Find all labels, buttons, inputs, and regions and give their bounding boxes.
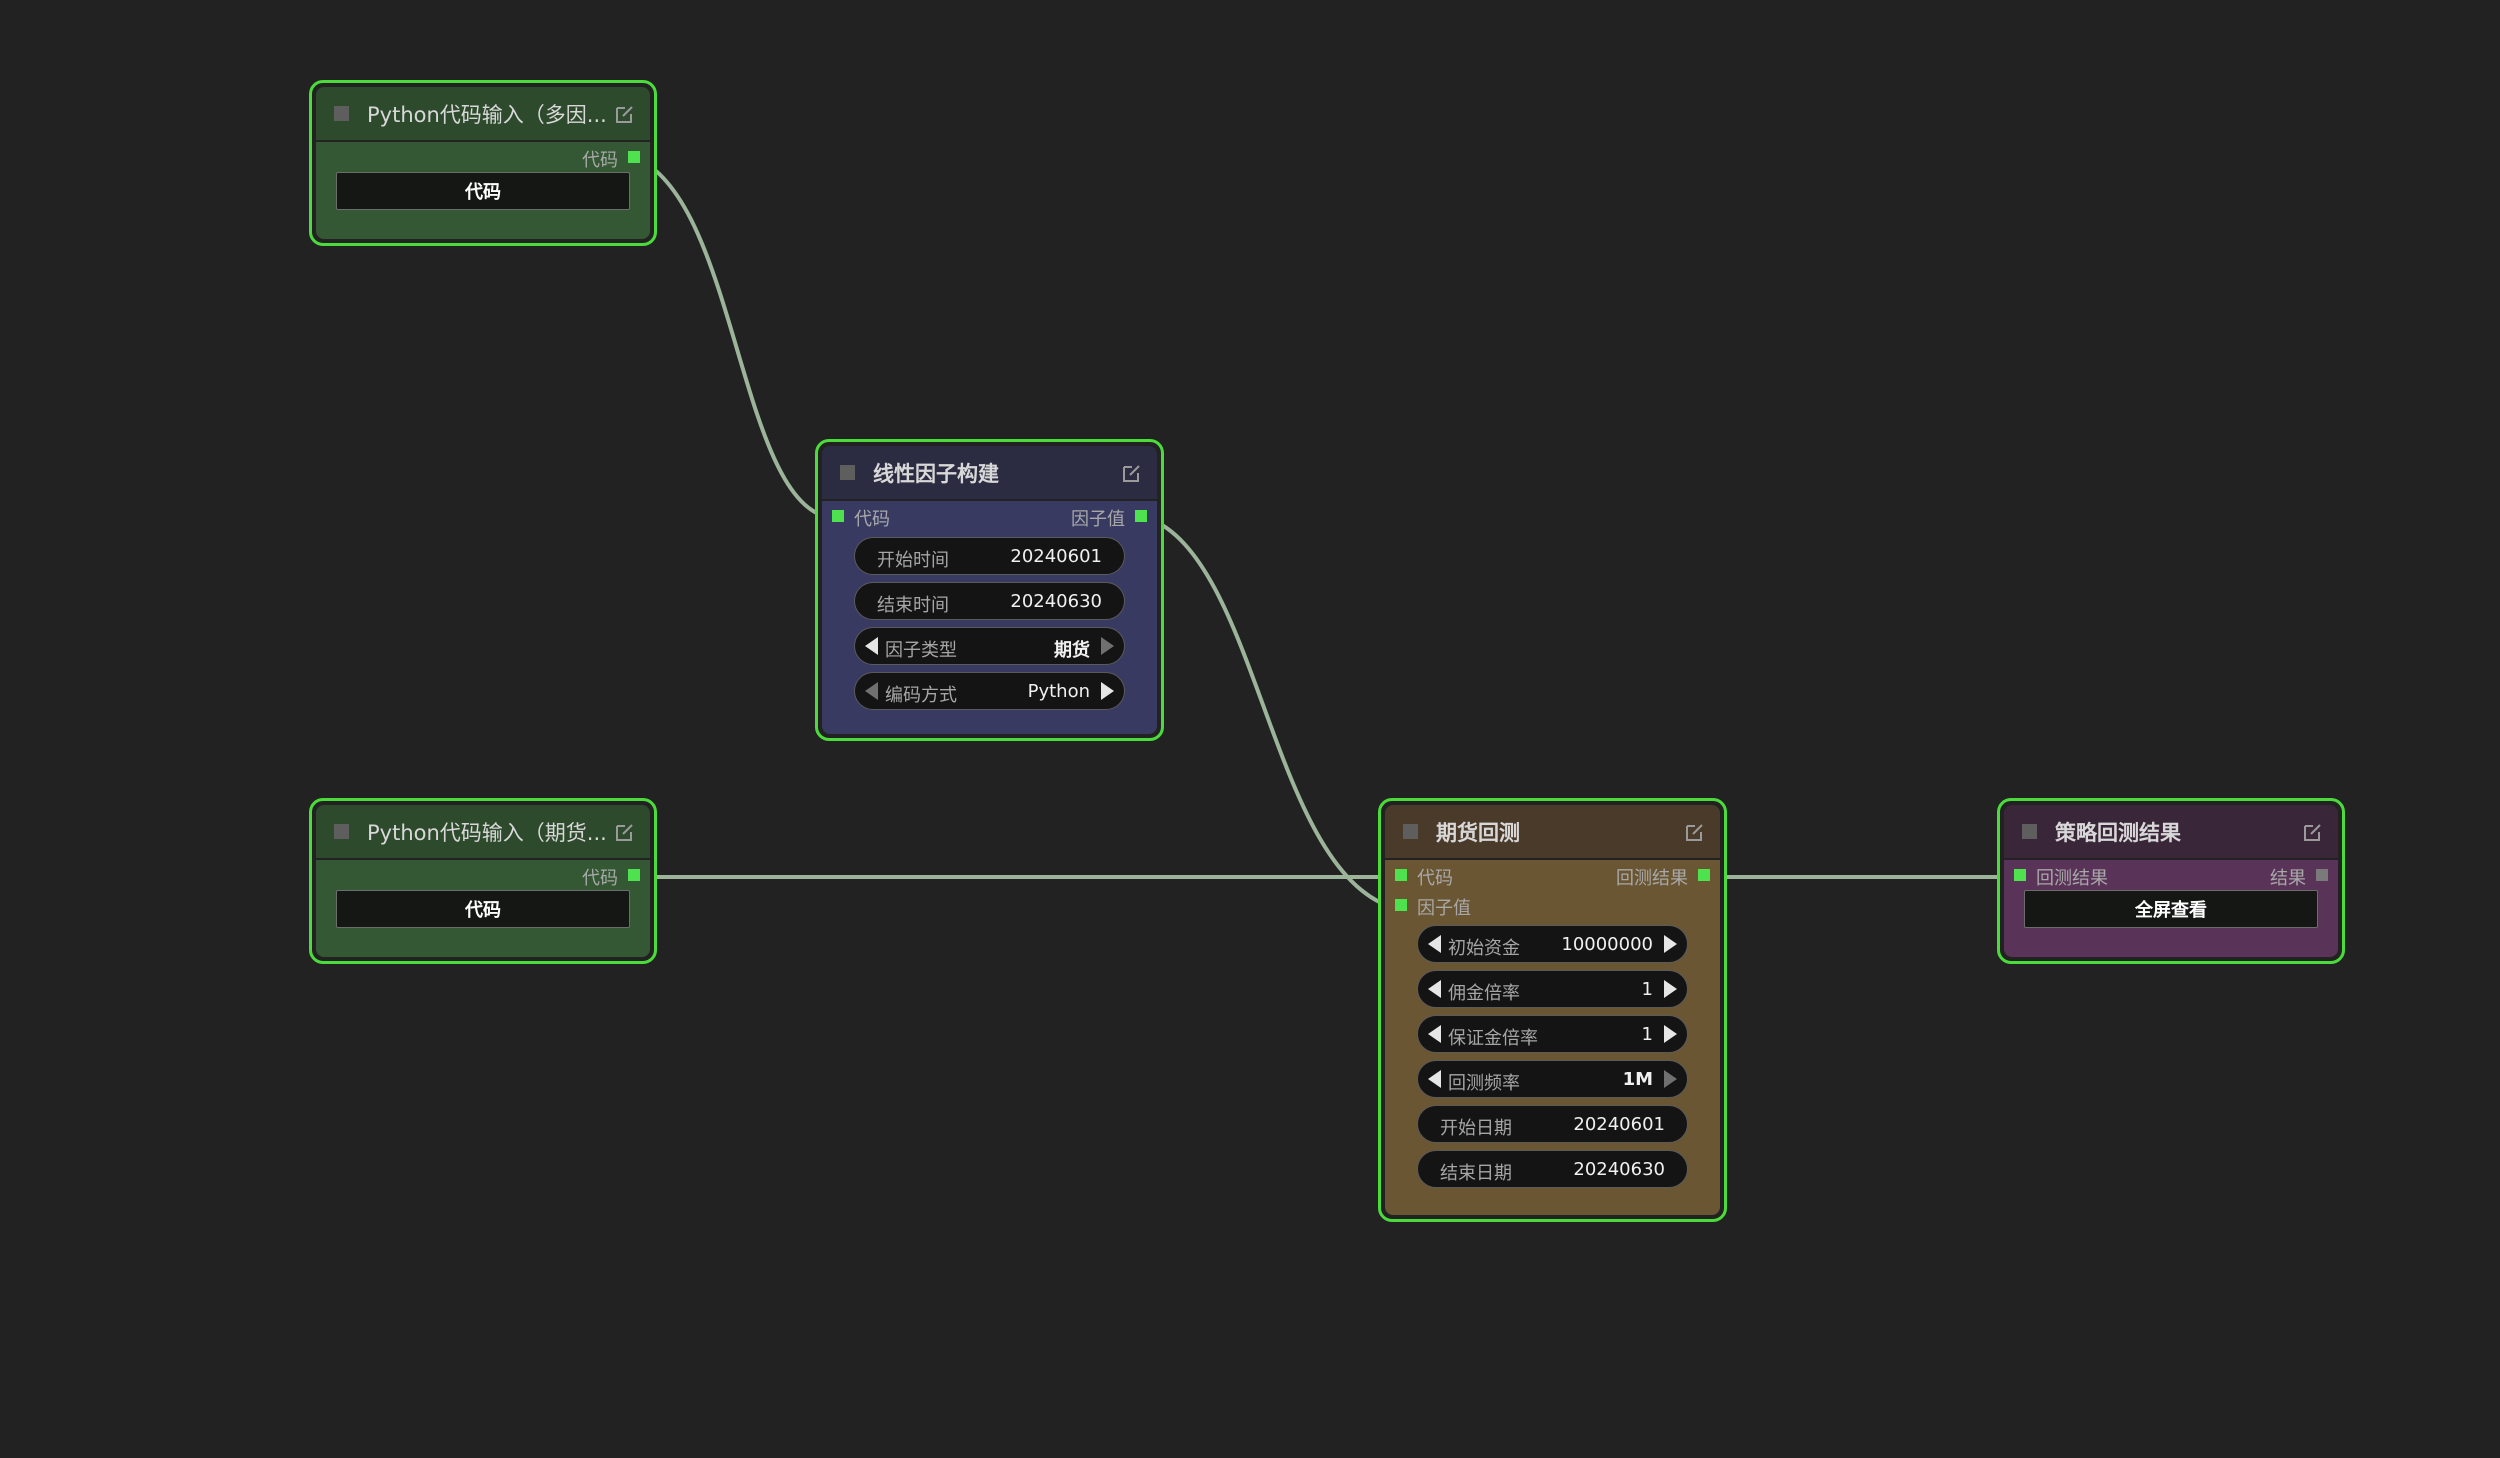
node-header[interactable]: 线性因子构建 (822, 446, 1157, 499)
input-label-code: 代码 (1417, 868, 1453, 889)
input-label: 代码 (854, 509, 890, 530)
input-slot-result[interactable] (2014, 869, 2026, 881)
widget-label: 因子类型 (885, 640, 957, 661)
edit-icon[interactable] (1121, 462, 1143, 484)
input-slot-code[interactable] (1395, 869, 1407, 881)
collapse-toggle[interactable] (2022, 824, 2037, 839)
widget-label: 开始日期 (1440, 1118, 1512, 1139)
widget-value: 20240630 (1010, 591, 1102, 612)
margin-rate-field[interactable]: 保证金倍率 1 (1417, 1015, 1688, 1053)
widget-label: 初始资金 (1448, 938, 1520, 959)
widget-value: 20240601 (1573, 1114, 1665, 1135)
collapse-toggle[interactable] (334, 106, 349, 121)
widget-label: 开始时间 (877, 550, 949, 571)
node-header[interactable]: Python代码输入（多因... (316, 87, 650, 140)
widget-value: 20240630 (1573, 1159, 1665, 1180)
python-input-node-2[interactable]: Python代码输入（期货... 代码 代码 (309, 798, 657, 964)
node-header[interactable]: Python代码输入（期货... (316, 805, 650, 858)
node-header[interactable]: 策略回测结果 (2004, 805, 2338, 858)
widget-label: 编码方式 (885, 685, 957, 706)
arrow-left-icon[interactable] (1428, 980, 1441, 998)
code-button[interactable]: 代码 (336, 172, 630, 210)
widget-value: 期货 (1054, 640, 1090, 661)
arrow-right-icon[interactable] (1101, 637, 1114, 655)
arrow-right-icon[interactable] (1664, 980, 1677, 998)
arrow-right-icon[interactable] (1664, 1025, 1677, 1043)
widget-value: 1 (1641, 979, 1653, 1000)
start-date-field[interactable]: 开始日期 20240601 (1417, 1105, 1688, 1143)
factor-type-combo[interactable]: 因子类型 期货 (854, 627, 1125, 665)
widget-label: 结束日期 (1440, 1163, 1512, 1184)
end-time-field[interactable]: 结束时间 20240630 (854, 582, 1125, 620)
backtest-frequency-combo[interactable]: 回测频率 1M (1417, 1060, 1688, 1098)
edit-icon[interactable] (2302, 821, 2324, 843)
node-header[interactable]: 期货回测 (1385, 805, 1720, 858)
end-date-field[interactable]: 结束日期 20240630 (1417, 1150, 1688, 1188)
arrow-left-icon[interactable] (1428, 1070, 1441, 1088)
widget-value: 20240601 (1010, 546, 1102, 567)
edit-icon[interactable] (614, 821, 636, 843)
arrow-right-icon[interactable] (1664, 935, 1677, 953)
node-title: 期货回测 (1436, 820, 1520, 845)
output-slot-result[interactable] (1698, 869, 1710, 881)
node-title: 策略回测结果 (2055, 820, 2181, 845)
widget-value: Python (1027, 681, 1090, 702)
commission-rate-field[interactable]: 佣金倍率 1 (1417, 970, 1688, 1008)
widget-label: 佣金倍率 (1448, 983, 1520, 1004)
graph-canvas[interactable]: Python代码输入（多因... 代码 代码 线性因子构建 代码 因子值 开始时… (0, 0, 2500, 1458)
input-slot-factor[interactable] (1395, 899, 1407, 911)
output-label: 代码 (582, 868, 618, 889)
link-code-to-linear-factor (639, 158, 839, 521)
arrow-right-icon[interactable] (1101, 682, 1114, 700)
collapse-toggle[interactable] (840, 465, 855, 480)
node-title: Python代码输入（期货... (367, 820, 607, 845)
widget-value: 1 (1641, 1024, 1653, 1045)
widget-label: 保证金倍率 (1448, 1028, 1538, 1049)
input-slot-code[interactable] (832, 510, 844, 522)
output-slot-factor[interactable] (1135, 510, 1147, 522)
python-input-node-1[interactable]: Python代码输入（多因... 代码 代码 (309, 80, 657, 246)
start-time-field[interactable]: 开始时间 20240601 (854, 537, 1125, 575)
output-label: 结果 (2270, 868, 2306, 889)
widget-label: 回测频率 (1448, 1073, 1520, 1094)
initial-capital-field[interactable]: 初始资金 10000000 (1417, 925, 1688, 963)
output-slot[interactable] (628, 151, 640, 163)
output-label: 因子值 (1071, 509, 1125, 530)
linear-factor-node[interactable]: 线性因子构建 代码 因子值 开始时间 20240601 结束时间 2024063… (815, 439, 1164, 741)
input-label-factor: 因子值 (1417, 898, 1471, 919)
link-factor-to-backtest (1147, 516, 1395, 910)
edit-icon[interactable] (1684, 821, 1706, 843)
output-slot[interactable] (2316, 869, 2328, 881)
arrow-left-icon[interactable] (865, 682, 878, 700)
input-label: 回测结果 (2036, 868, 2108, 889)
arrow-right-icon[interactable] (1664, 1070, 1677, 1088)
strategy-result-node[interactable]: 策略回测结果 回测结果 结果 全屏查看 (1997, 798, 2345, 964)
output-slot[interactable] (628, 869, 640, 881)
widget-value: 1M (1622, 1069, 1653, 1090)
collapse-toggle[interactable] (334, 824, 349, 839)
encoding-combo[interactable]: 编码方式 Python (854, 672, 1125, 710)
arrow-left-icon[interactable] (865, 637, 878, 655)
widget-label: 结束时间 (877, 595, 949, 616)
futures-backtest-node[interactable]: 期货回测 代码 回测结果 因子值 初始资金 10000000 佣金倍率 1 保证… (1378, 798, 1727, 1222)
node-title: 线性因子构建 (873, 461, 999, 486)
fullscreen-view-button[interactable]: 全屏查看 (2024, 890, 2318, 928)
edit-icon[interactable] (614, 103, 636, 125)
output-label: 回测结果 (1616, 868, 1688, 889)
collapse-toggle[interactable] (1403, 824, 1418, 839)
arrow-left-icon[interactable] (1428, 935, 1441, 953)
arrow-left-icon[interactable] (1428, 1025, 1441, 1043)
node-title: Python代码输入（多因... (367, 102, 607, 127)
output-label: 代码 (582, 150, 618, 171)
code-button[interactable]: 代码 (336, 890, 630, 928)
widget-value: 10000000 (1561, 934, 1653, 955)
